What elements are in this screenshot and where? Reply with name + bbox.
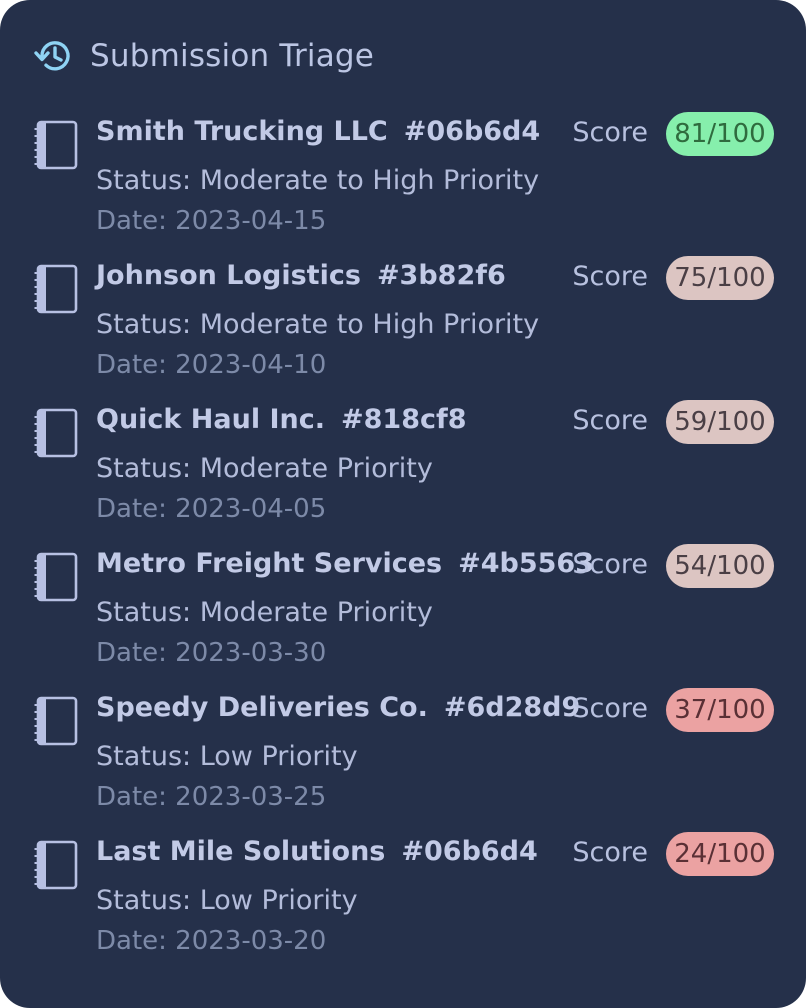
status-text: Status: Moderate Priority: [96, 597, 433, 628]
status-text: Status: Moderate to High Priority: [96, 165, 540, 196]
company-name: Metro Freight Services: [96, 548, 443, 579]
submission-triage-panel: Submission Triage Smith Trucking LLC #06b…: [0, 0, 806, 1008]
notebook-icon: [34, 696, 78, 746]
score-label: Score: [572, 549, 648, 580]
submission-title: Speedy Deliveries Co. #6d28d9: [96, 692, 580, 723]
submission-row[interactable]: Last Mile Solutions #06b6d4 Score 24/100 …: [0, 830, 806, 974]
score-badge: 75/100: [666, 256, 774, 300]
score-label: Score: [572, 837, 648, 868]
date-text: Date: 2023-03-20: [96, 926, 327, 956]
notebook-icon: [34, 552, 78, 602]
company-name: Quick Haul Inc.: [96, 404, 326, 435]
submission-list: Smith Trucking LLC #06b6d4 Score 81/100 S…: [0, 110, 806, 974]
submission-row[interactable]: Speedy Deliveries Co. #6d28d9 Score 37/10…: [0, 686, 806, 830]
status-text: Status: Moderate Priority: [96, 453, 433, 484]
submission-title: Quick Haul Inc. #818cf8: [96, 404, 467, 435]
submission-id: #06b6d4: [403, 116, 541, 147]
date-text: Date: 2023-04-15: [96, 206, 327, 236]
submission-row[interactable]: Quick Haul Inc. #818cf8 Score 59/100 Stat…: [0, 398, 806, 542]
score-badge: 81/100: [666, 112, 774, 156]
score-label: Score: [572, 117, 648, 148]
score-label: Score: [572, 693, 648, 724]
submission-row[interactable]: Johnson Logistics #3b82f6 Score 75/100 St…: [0, 254, 806, 398]
submission-row[interactable]: Smith Trucking LLC #06b6d4 Score 81/100 S…: [0, 110, 806, 254]
notebook-icon: [34, 120, 78, 170]
submission-title: Last Mile Solutions #06b6d4: [96, 836, 538, 867]
score-label: Score: [572, 405, 648, 436]
status-text: Status: Low Priority: [96, 885, 358, 916]
submission-title: Johnson Logistics #3b82f6: [96, 260, 506, 291]
date-text: Date: 2023-04-05: [96, 494, 327, 524]
score-badge: 59/100: [666, 400, 774, 444]
score-badge: 24/100: [666, 832, 774, 876]
company-name: Speedy Deliveries Co.: [96, 692, 428, 723]
history-icon: [34, 41, 70, 71]
panel-header: Submission Triage: [32, 34, 374, 78]
submission-id: #6d28d9: [443, 692, 581, 723]
date-text: Date: 2023-03-25: [96, 782, 327, 812]
company-name: Last Mile Solutions: [96, 836, 386, 867]
panel-title: Submission Triage: [90, 38, 375, 74]
submission-row[interactable]: Metro Freight Services #4b5563 Score 54/1…: [0, 542, 806, 686]
notebook-icon: [34, 264, 78, 314]
submission-title: Metro Freight Services #4b5563: [96, 548, 594, 579]
status-text: Status: Low Priority: [96, 741, 358, 772]
status-text: Status: Moderate to High Priority: [96, 309, 540, 340]
score-label: Score: [572, 261, 648, 292]
company-name: Johnson Logistics: [96, 260, 361, 291]
company-name: Smith Trucking LLC: [96, 116, 388, 147]
score-badge: 37/100: [666, 688, 774, 732]
notebook-icon: [34, 840, 78, 890]
submission-title: Smith Trucking LLC #06b6d4: [96, 116, 540, 147]
submission-id: #06b6d4: [401, 836, 538, 867]
submission-id: #818cf8: [341, 404, 467, 435]
notebook-icon: [34, 408, 78, 458]
date-text: Date: 2023-03-30: [96, 638, 327, 668]
date-text: Date: 2023-04-10: [96, 350, 327, 380]
score-badge: 54/100: [666, 544, 774, 588]
submission-id: #3b82f6: [376, 260, 506, 291]
